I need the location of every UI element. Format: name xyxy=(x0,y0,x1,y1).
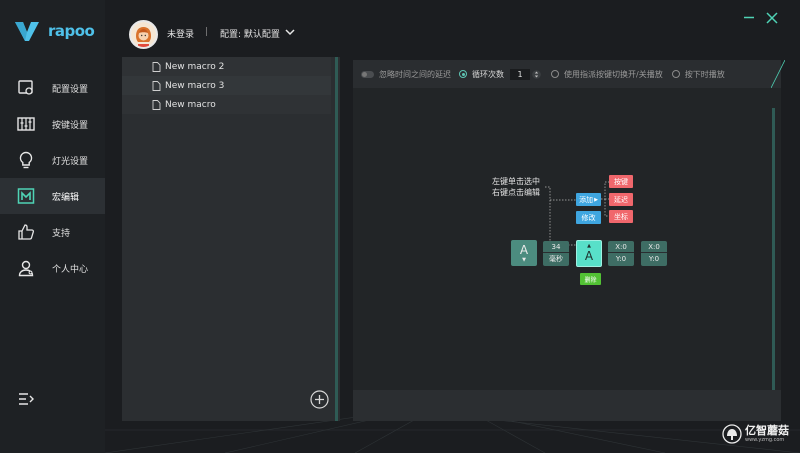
loop-count-input[interactable]: 1 xyxy=(510,68,530,80)
sidebar-item-label: 宏编辑 xyxy=(52,192,80,203)
sidebar: rapoo 配置设置 按键设置 灯光设置 宏编辑 支持 个人中心 xyxy=(0,0,105,453)
settings-screen-icon xyxy=(16,78,36,98)
chevron-down-icon[interactable] xyxy=(285,27,295,37)
profile-config-select[interactable]: 配置: 默认配置 xyxy=(220,27,280,40)
list-item[interactable]: New macro 2 xyxy=(122,57,331,76)
coord-x: X:0 xyxy=(641,241,667,253)
document-icon xyxy=(152,80,161,91)
user-icon xyxy=(16,258,36,278)
list-item[interactable]: New macro xyxy=(122,95,331,114)
sidebar-item-label: 个人中心 xyxy=(52,264,89,275)
coord-y: Y:0 xyxy=(648,255,660,263)
sidebar-nav: 配置设置 按键设置 灯光设置 宏编辑 支持 个人中心 xyxy=(0,70,105,286)
arrow-down-icon: ▼ xyxy=(522,257,526,263)
loop-count-stepper[interactable] xyxy=(532,69,541,80)
header-separator: | xyxy=(205,27,209,37)
edit-menu-chip[interactable]: 修改 xyxy=(576,211,601,224)
add-menu-chip[interactable]: 添加 ▶ xyxy=(576,193,601,206)
avatar-portrait-icon xyxy=(131,22,156,47)
sidebar-item-keys[interactable]: 按键设置 xyxy=(0,106,105,142)
sidebar-item-support[interactable]: 支持 xyxy=(0,214,105,250)
key-press-block-selected[interactable]: ▲ A xyxy=(576,240,602,267)
top-header: 未登录 | 配置: 默认配置 xyxy=(105,0,800,60)
watermark-url: www.yzmg.com xyxy=(745,437,785,443)
add-coord-chip[interactable]: 坐标 xyxy=(609,210,633,223)
sidebar-item-config[interactable]: 配置设置 xyxy=(0,70,105,106)
delete-chip-label: 删除 xyxy=(584,276,597,284)
loop-radio[interactable] xyxy=(459,70,467,78)
macro-name: New macro xyxy=(165,99,216,110)
add-chip-label: 添加 xyxy=(579,195,594,204)
macro-m-icon xyxy=(16,186,36,206)
list-item[interactable]: New macro 3 xyxy=(122,76,331,95)
key-chip-label: 按键 xyxy=(614,177,628,186)
plus-circle-icon[interactable] xyxy=(310,390,329,409)
macro-list-panel: New macro 2 New macro 3 New macro xyxy=(122,57,340,421)
document-icon xyxy=(152,99,161,110)
macro-name: New macro 2 xyxy=(165,61,225,72)
minimize-icon[interactable] xyxy=(744,16,754,19)
toggle-playback-radio[interactable] xyxy=(551,70,559,78)
brand-logo: rapoo xyxy=(14,20,95,42)
coordinate-block[interactable]: X:0 Y:0 xyxy=(608,241,634,266)
sidebar-item-lighting[interactable]: 灯光设置 xyxy=(0,142,105,178)
sidebar-item-profile[interactable]: 个人中心 xyxy=(0,250,105,286)
ignore-delay-label: 忽略时间之间的延迟 xyxy=(379,69,451,79)
brand-wordmark: rapoo xyxy=(48,22,95,40)
rapoo-v-logo-icon xyxy=(15,22,39,41)
watermark-title: 亿智蘑菇 xyxy=(745,424,789,437)
coord-x: X:0 xyxy=(608,241,634,253)
edit-chip-label: 修改 xyxy=(581,213,596,222)
hold-playback-radio[interactable] xyxy=(671,70,680,78)
watermark: 亿智蘑菇 www.yzmg.com xyxy=(722,424,789,444)
editor-footer xyxy=(353,390,781,421)
watermark-logo-icon xyxy=(722,424,742,444)
loop-label: 循环次数 xyxy=(472,69,504,79)
coordinate-block[interactable]: X:0 Y:0 xyxy=(641,241,667,266)
help-connector-lines xyxy=(545,186,576,246)
lightbulb-icon xyxy=(16,150,36,170)
coord-chip-label: 坐标 xyxy=(614,212,628,221)
help-line-right-click: 右键点击编辑 xyxy=(492,188,540,197)
editor-scrollbar[interactable] xyxy=(772,108,775,400)
document-icon xyxy=(152,61,161,72)
add-key-chip[interactable]: 按键 xyxy=(609,175,633,188)
sidebar-item-macro[interactable]: 宏编辑 xyxy=(0,178,105,214)
delay-chip-label: 延迟 xyxy=(614,195,628,204)
keyboard-sliders-icon xyxy=(16,114,36,134)
list-scrollbar[interactable] xyxy=(335,57,338,421)
play-arrow-icon: ▶ xyxy=(594,196,598,203)
coord-y: Y:0 xyxy=(615,255,627,263)
key-release-block[interactable]: A ▼ xyxy=(511,240,537,266)
avatar[interactable] xyxy=(129,20,158,49)
toolbar-edge-decoration xyxy=(771,60,785,88)
add-delay-chip[interactable]: 延迟 xyxy=(609,193,633,206)
toggle-playback-label: 使用指派按键切换开/关播放 xyxy=(564,69,663,79)
delay-block[interactable]: 34 毫秒 xyxy=(543,241,569,266)
key-letter: A xyxy=(584,249,594,263)
sidebar-item-label: 按键设置 xyxy=(52,120,89,131)
scrollbar-thumb[interactable] xyxy=(335,57,338,421)
macro-name: New macro 3 xyxy=(165,80,225,91)
help-line-left-click: 左键单击选中 xyxy=(492,177,540,186)
delete-chip[interactable]: 删除 xyxy=(580,273,601,285)
user-login-status[interactable]: 未登录 xyxy=(167,27,194,40)
sidebar-item-label: 支持 xyxy=(52,228,71,239)
hold-playback-label: 按下时播放 xyxy=(684,69,725,79)
help-instructions: 左键单击选中 右键点击编辑 xyxy=(492,176,540,198)
key-letter: A xyxy=(519,243,529,257)
sidebar-item-label: 灯光设置 xyxy=(52,156,89,167)
sidebar-item-label: 配置设置 xyxy=(52,84,89,95)
close-icon[interactable] xyxy=(766,12,778,24)
delay-unit: 毫秒 xyxy=(549,255,563,263)
delay-value: 34 xyxy=(543,241,569,253)
thumbs-up-icon xyxy=(16,222,36,242)
macro-toolbar: 忽略时间之间的延迟 循环次数 1 使用指派按键切换开/关播放 按下时播放 xyxy=(353,60,781,88)
menu-collapse-icon[interactable] xyxy=(17,390,35,408)
ignore-delay-toggle[interactable] xyxy=(361,70,374,78)
